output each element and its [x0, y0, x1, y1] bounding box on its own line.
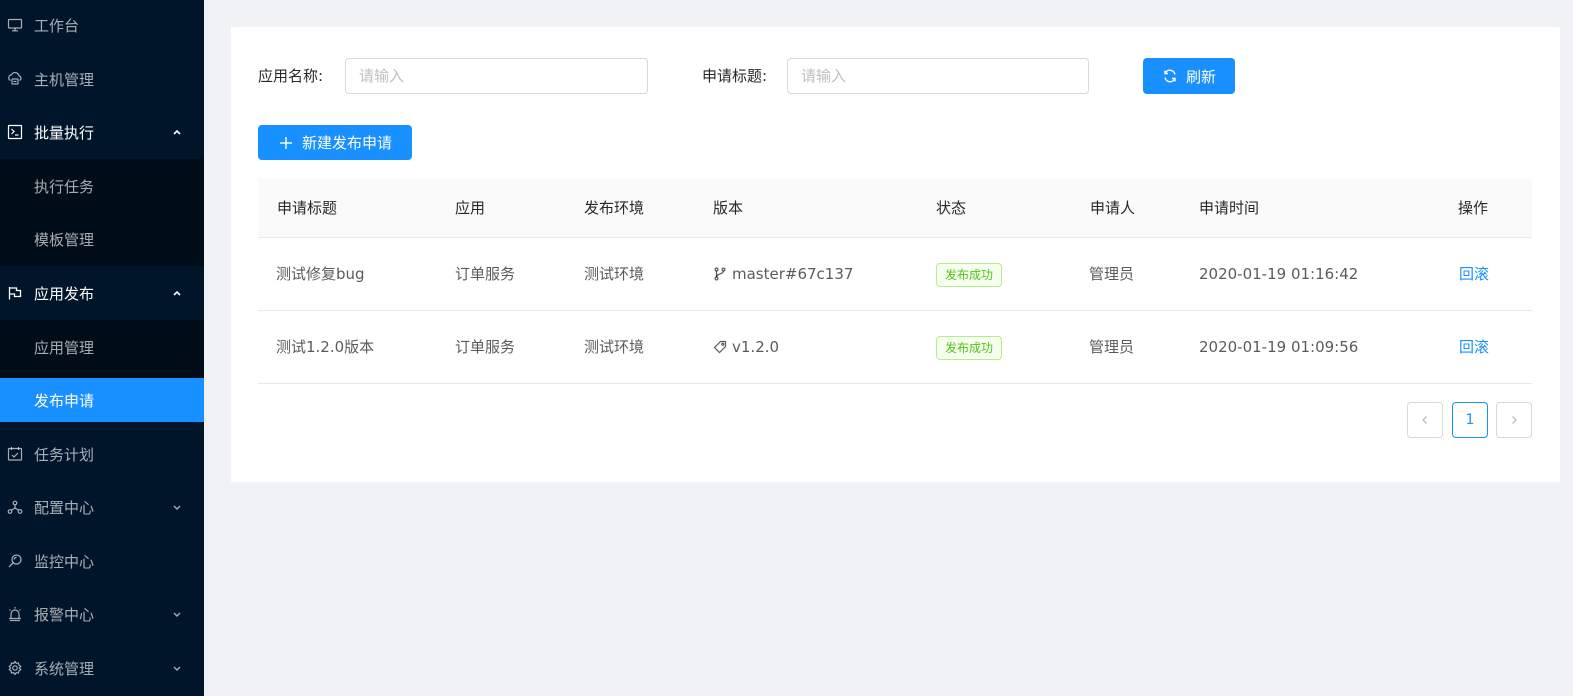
schedule-icon [6, 445, 24, 463]
cell-title: 测试修复bug [276, 265, 365, 283]
flag-icon [6, 284, 24, 302]
cell-env: 测试环境 [584, 265, 645, 283]
cell-env: 测试环境 [584, 338, 645, 356]
column-header-action: 操作 [1458, 199, 1489, 217]
table-header: 申请标题 应用 发布环境 版本 状态 申请人 申请时间 操作 [258, 178, 1532, 238]
sidebar-item-monitor[interactable]: 监控中心 [0, 539, 204, 583]
sidebar-item-config[interactable]: 配置中心 [0, 485, 204, 529]
tag-icon [713, 340, 727, 354]
cell-version: v1.2.0 [713, 311, 779, 383]
sidebar: 工作台 主机管理 批量执行 执行任务 模板管理 应用发布 应用管理 发布申请 任… [0, 0, 204, 696]
cell-applicant: 管理员 [1089, 265, 1135, 283]
refresh-button[interactable]: 刷新 [1143, 58, 1235, 94]
sidebar-item-exec-task[interactable]: 执行任务 [0, 164, 204, 208]
new-request-button[interactable]: 新建发布申请 [258, 125, 412, 160]
cell-app: 订单服务 [455, 265, 516, 283]
page-number-button[interactable]: 1 [1452, 402, 1488, 438]
sidebar-item-label: 发布申请 [34, 391, 95, 410]
column-header-app: 应用 [455, 199, 486, 217]
sidebar-item-label: 系统管理 [34, 659, 95, 678]
cell-status: 发布成功 [936, 311, 1003, 383]
cell-time: 2020-01-19 01:16:42 [1199, 265, 1359, 283]
sidebar-item-label: 监控中心 [34, 552, 95, 571]
chevron-left-icon [1422, 416, 1427, 424]
column-header-env: 发布环境 [584, 199, 645, 217]
monitor-icon [6, 552, 24, 570]
status-badge: 发布成功 [936, 335, 1003, 360]
next-page-button[interactable] [1496, 402, 1532, 438]
request-table: 申请标题 应用 发布环境 版本 状态 申请人 申请时间 操作 测试修复bug 订… [258, 178, 1532, 384]
app-name-input[interactable] [345, 58, 648, 94]
sidebar-item-label: 任务计划 [34, 445, 95, 464]
sidebar-item-label: 工作台 [34, 16, 80, 35]
version-text: master#67c137 [732, 265, 854, 283]
cell-applicant: 管理员 [1089, 338, 1135, 356]
chevron-down-icon [171, 662, 183, 674]
sidebar-item-label: 应用管理 [34, 338, 95, 357]
sidebar-item-app-deploy[interactable]: 应用发布 [0, 271, 204, 315]
setting-icon [6, 659, 24, 677]
sidebar-item-deploy-request[interactable]: 发布申请 [0, 378, 204, 422]
table-row: 测试1.2.0版本 订单服务 测试环境 v1.2.0 发布成功 管理员 2020… [258, 311, 1532, 384]
sidebar-item-app-manage[interactable]: 应用管理 [0, 325, 204, 369]
new-request-label: 新建发布申请 [301, 134, 392, 152]
chevron-up-icon [171, 287, 183, 299]
plus-icon [279, 136, 292, 149]
prev-page-button[interactable] [1407, 402, 1443, 438]
cell-version: master#67c137 [713, 238, 853, 310]
version-text: v1.2.0 [732, 338, 780, 356]
chevron-up-icon [171, 126, 183, 138]
sidebar-item-system[interactable]: 系统管理 [0, 646, 204, 690]
sidebar-item-hosts[interactable]: 主机管理 [0, 57, 204, 101]
chevron-down-icon [171, 501, 183, 513]
sidebar-item-template[interactable]: 模板管理 [0, 217, 204, 261]
request-title-label: 申请标题: [702, 67, 768, 85]
sidebar-item-label: 批量执行 [34, 123, 95, 142]
sidebar-item-label: 配置中心 [34, 498, 95, 517]
chevron-right-icon [1512, 416, 1517, 424]
app-name-label: 应用名称: [258, 67, 324, 85]
chevron-down-icon [171, 608, 183, 620]
rollback-link[interactable]: 回滚 [1459, 311, 1489, 383]
sidebar-item-schedule[interactable]: 任务计划 [0, 432, 204, 476]
branch-icon [714, 267, 726, 281]
sync-icon [1164, 69, 1176, 83]
sidebar-item-label: 执行任务 [34, 177, 95, 196]
cell-status: 发布成功 [936, 238, 1003, 310]
code-icon [6, 123, 24, 141]
cell-time: 2020-01-19 01:09:56 [1199, 338, 1359, 356]
column-header-time: 申请时间 [1199, 199, 1260, 217]
column-header-status: 状态 [936, 199, 967, 217]
alert-icon [6, 605, 24, 623]
desktop-icon [6, 16, 24, 34]
column-header-version: 版本 [713, 199, 744, 217]
cloud-server-icon [6, 70, 24, 88]
column-header-title: 申请标题 [277, 199, 338, 217]
sidebar-item-label: 应用发布 [34, 284, 95, 303]
status-badge: 发布成功 [936, 262, 1003, 287]
sidebar-item-label: 模板管理 [34, 230, 95, 249]
request-title-input[interactable] [787, 58, 1089, 94]
refresh-label: 刷新 [1185, 67, 1216, 86]
sidebar-item-workbench[interactable]: 工作台 [0, 3, 204, 47]
sidebar-item-alert[interactable]: 报警中心 [0, 592, 204, 636]
rollback-link[interactable]: 回滚 [1459, 238, 1489, 310]
table-row: 测试修复bug 订单服务 测试环境 master#67c137 发布成功 管理员… [258, 238, 1532, 311]
cell-title: 测试1.2.0版本 [276, 338, 375, 356]
column-header-applicant: 申请人 [1090, 199, 1136, 217]
sidebar-item-label: 主机管理 [34, 70, 95, 89]
cell-app: 订单服务 [455, 338, 516, 356]
sidebar-item-label: 报警中心 [34, 605, 95, 624]
sidebar-item-batch-exec[interactable]: 批量执行 [0, 110, 204, 154]
deployment-unit-icon [6, 498, 24, 516]
